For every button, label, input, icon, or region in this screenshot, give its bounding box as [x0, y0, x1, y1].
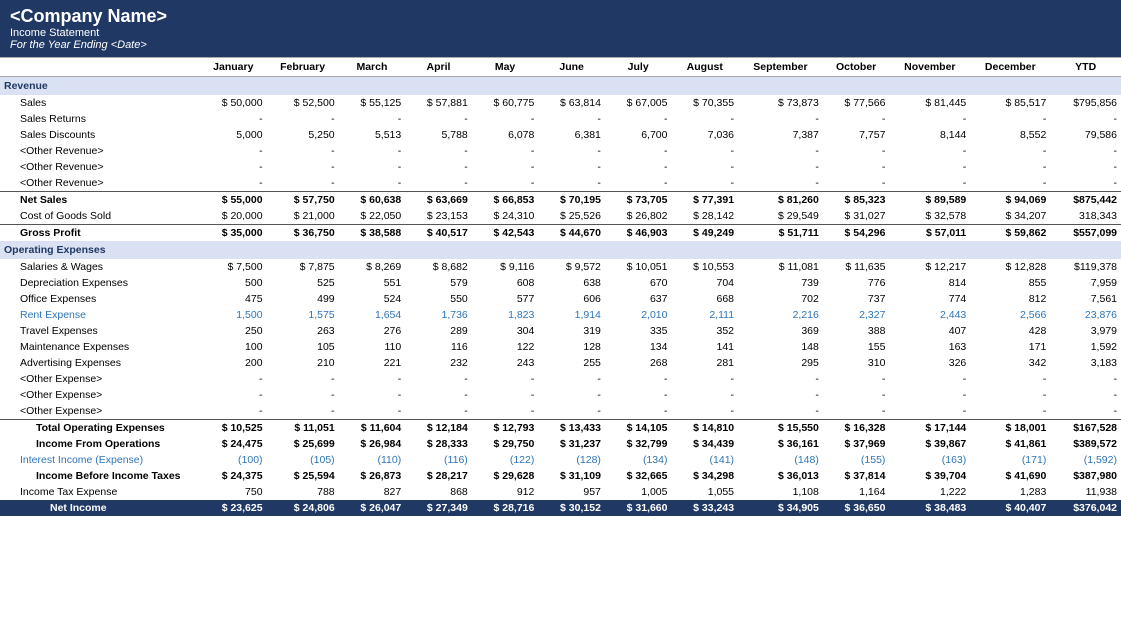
report-title: Income Statement	[10, 27, 1111, 39]
sales-discounts-row: Sales Discounts 5,000 5,250 5,513 5,788 …	[0, 127, 1121, 143]
other-rev2-row: <Other Revenue> - - - - - - - - - - - - …	[0, 159, 1121, 175]
col-header-mar: March	[339, 58, 406, 77]
sales-oct: $ 77,566	[823, 95, 890, 111]
travel-row: Travel Expenses 250 263 276 289 304 319 …	[0, 323, 1121, 339]
sales-sep: $ 73,873	[738, 95, 823, 111]
income-ops-row: Income From Operations $ 24,475 $ 25,699…	[0, 436, 1121, 452]
depreciation-row: Depreciation Expenses 500 525 551 579 60…	[0, 275, 1121, 291]
sales-nov: $ 81,445	[889, 95, 970, 111]
col-header-nov: November	[889, 58, 970, 77]
col-header-ytd: YTD	[1050, 58, 1121, 77]
rent-row: Rent Expense 1,500 1,575 1,654 1,736 1,8…	[0, 307, 1121, 323]
col-header-feb: February	[267, 58, 339, 77]
report-period: For the Year Ending <Date>	[10, 39, 1111, 51]
other-rev3-row: <Other Revenue> - - - - - - - - - - - - …	[0, 175, 1121, 192]
col-header-jan: January	[200, 58, 267, 77]
sales-label: Sales	[0, 95, 200, 111]
tax-row: Income Tax Expense 750 788 827 868 912 9…	[0, 484, 1121, 500]
sales-returns-row: Sales Returns - - - - - - - - - - - - -	[0, 111, 1121, 127]
sales-feb: $ 52,500	[267, 95, 339, 111]
col-header-may: May	[472, 58, 539, 77]
net-sales-row: Net Sales $ 55,000 $ 57,750 $ 60,638 $ 6…	[0, 192, 1121, 209]
other-rev1-row: <Other Revenue> - - - - - - - - - - - - …	[0, 143, 1121, 159]
sales-may: $ 60,775	[472, 95, 539, 111]
operating-expenses-section-header: Operating Expenses	[0, 241, 1121, 259]
revenue-label: Revenue	[0, 77, 1121, 96]
col-header-aug: August	[671, 58, 738, 77]
sales-apr: $ 57,881	[405, 95, 472, 111]
col-header-dec: December	[970, 58, 1050, 77]
operating-label: Operating Expenses	[0, 241, 1121, 259]
column-headers: January February March April May June Ju…	[0, 58, 1121, 77]
company-name: <Company Name>	[10, 6, 1111, 27]
salaries-row: Salaries & Wages $ 7,500 $ 7,875 $ 8,269…	[0, 259, 1121, 275]
income-statement-table: January February March April May June Ju…	[0, 57, 1121, 516]
sales-jun: $ 63,814	[538, 95, 605, 111]
col-header-label	[0, 58, 200, 77]
sales-jan: $ 50,000	[200, 95, 267, 111]
col-header-jul: July	[605, 58, 672, 77]
income-before-tax-row: Income Before Income Taxes $ 24,375 $ 25…	[0, 468, 1121, 484]
interest-row: Interest Income (Expense) (100) (105) (1…	[0, 452, 1121, 468]
cogs-row: Cost of Goods Sold $ 20,000 $ 21,000 $ 2…	[0, 208, 1121, 225]
revenue-section-header: Revenue	[0, 77, 1121, 96]
other-exp3-row: <Other Expense> - - - - - - - - - - - - …	[0, 403, 1121, 420]
col-header-oct: October	[823, 58, 890, 77]
sales-row: Sales $ 50,000 $ 52,500 $ 55,125 $ 57,88…	[0, 95, 1121, 111]
maintenance-row: Maintenance Expenses 100 105 110 116 122…	[0, 339, 1121, 355]
col-header-apr: April	[405, 58, 472, 77]
col-header-sep: September	[738, 58, 823, 77]
advertising-row: Advertising Expenses 200 210 221 232 243…	[0, 355, 1121, 371]
office-row: Office Expenses 475 499 524 550 577 606 …	[0, 291, 1121, 307]
gross-profit-row: Gross Profit $ 35,000 $ 36,750 $ 38,588 …	[0, 225, 1121, 242]
sales-dec: $ 85,517	[970, 95, 1050, 111]
total-ops-row: Total Operating Expenses $ 10,525 $ 11,0…	[0, 420, 1121, 437]
col-header-jun: June	[538, 58, 605, 77]
sales-jul: $ 67,005	[605, 95, 672, 111]
sales-aug: $ 70,355	[671, 95, 738, 111]
other-exp1-row: <Other Expense> - - - - - - - - - - - - …	[0, 371, 1121, 387]
page-header: <Company Name> Income Statement For the …	[0, 0, 1121, 57]
other-exp2-row: <Other Expense> - - - - - - - - - - - - …	[0, 387, 1121, 403]
sales-mar: $ 55,125	[339, 95, 406, 111]
sales-returns-label: Sales Returns	[0, 111, 200, 127]
sales-ytd: $795,856	[1050, 95, 1121, 111]
net-income-row: Net Income $ 23,625 $ 24,806 $ 26,047 $ …	[0, 500, 1121, 516]
